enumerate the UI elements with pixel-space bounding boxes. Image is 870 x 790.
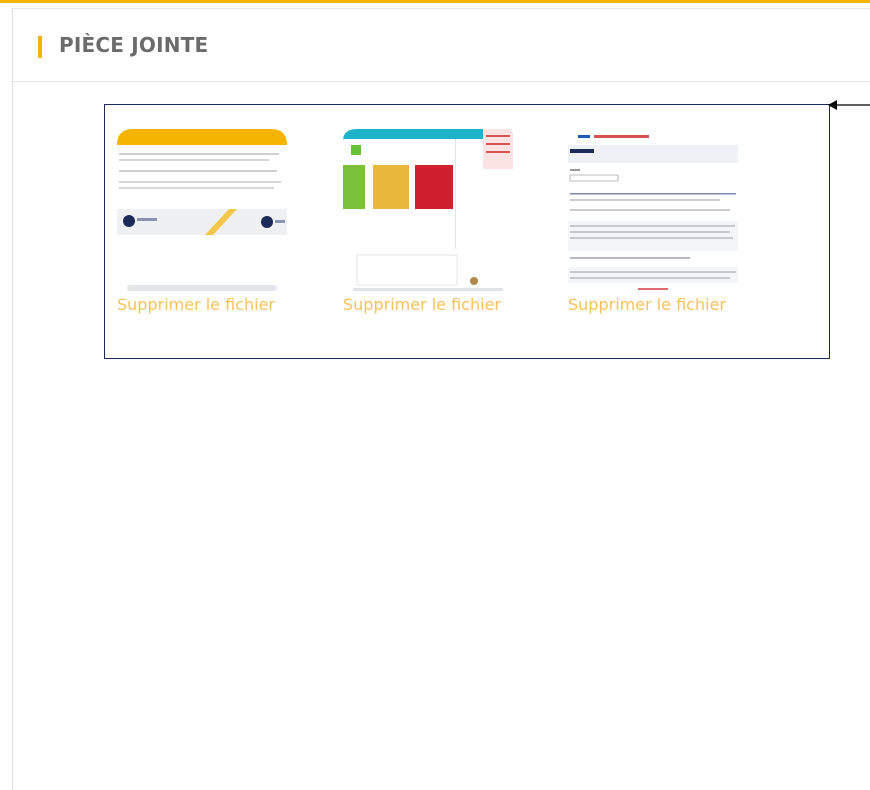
dashboard-preview-image (343, 125, 513, 293)
document-preview-image (117, 125, 287, 293)
delete-file-link-2[interactable]: Supprimer le fichier (343, 295, 501, 314)
attachments-container: Supprimer le fichier Supprimer le fichie… (104, 104, 830, 359)
arrow-left-icon (828, 100, 870, 110)
attachment-thumbnail-3[interactable] (568, 125, 738, 293)
delete-file-link-3[interactable]: Supprimer le fichier (568, 295, 726, 314)
form-preview-image (568, 125, 738, 293)
attachment-thumbnail-1[interactable] (117, 125, 287, 293)
title-accent-bar (38, 36, 42, 58)
panel-header: PIÈCE JOINTE (13, 9, 870, 82)
attachment-thumbnail-2[interactable] (343, 125, 513, 293)
delete-file-link-1[interactable]: Supprimer le fichier (117, 295, 275, 314)
top-accent-line (0, 0, 870, 3)
panel-title: PIÈCE JOINTE (59, 33, 209, 57)
